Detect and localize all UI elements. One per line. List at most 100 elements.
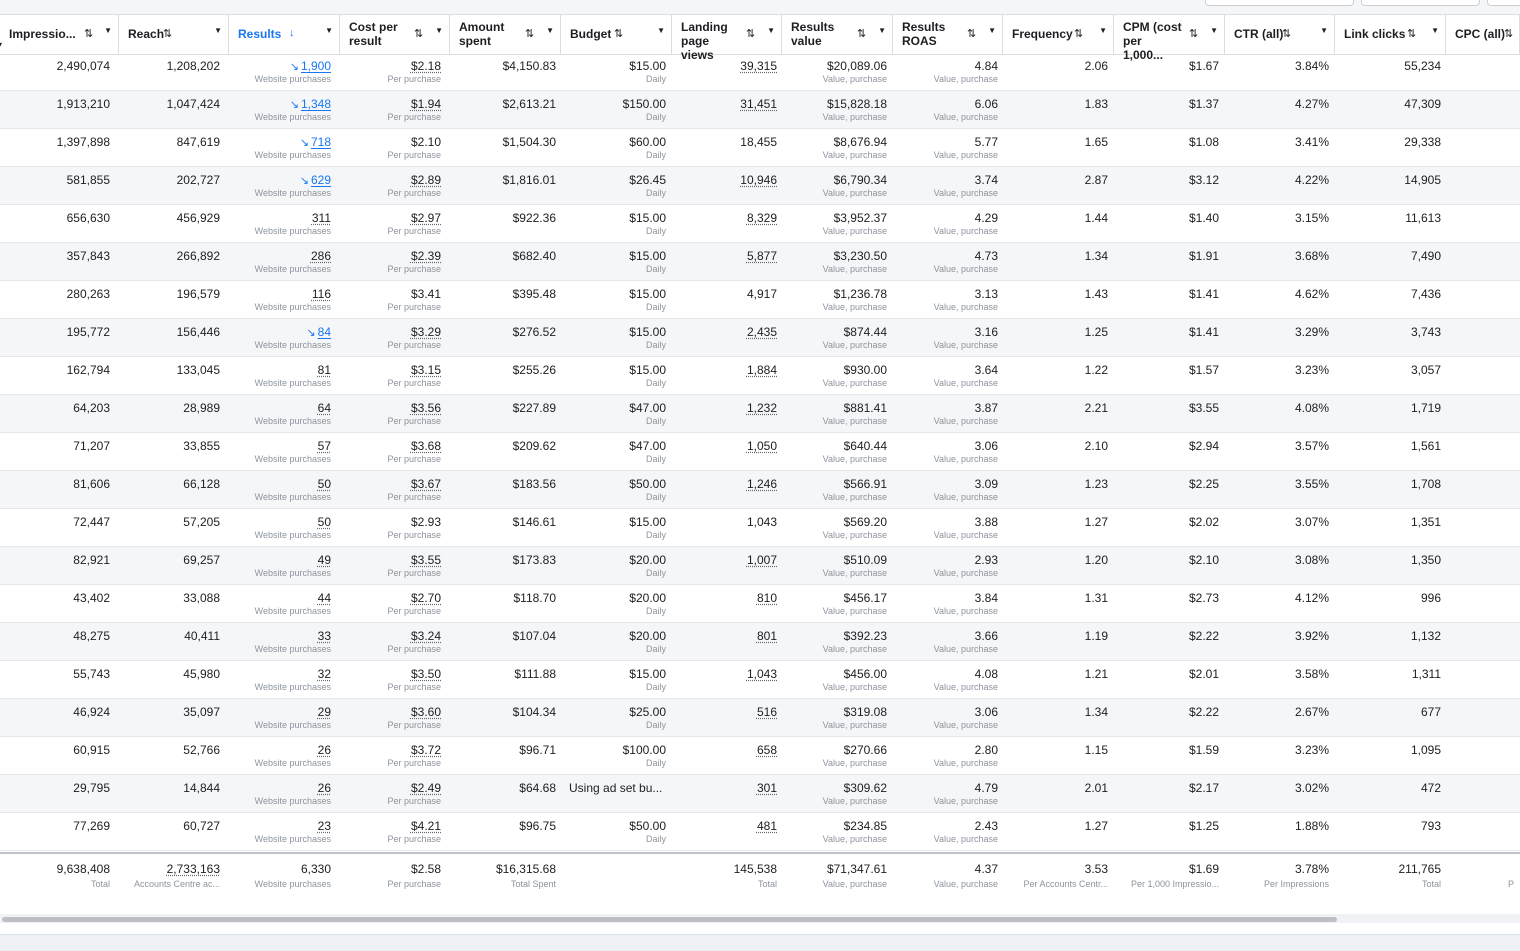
cell-text[interactable]: 116 bbox=[312, 287, 331, 301]
table-row[interactable]: 46,924 35,097 Website purchases 29 Per purch… bbox=[0, 699, 1520, 737]
cell-value[interactable]: 33 bbox=[318, 629, 331, 643]
column-header-spent[interactable]: Amount spent ⇅ ▼ bbox=[450, 15, 561, 54]
cell-value[interactable]: 81 bbox=[318, 363, 331, 377]
column-header-imp[interactable]: Impressio... ⇅ ▼ bbox=[0, 15, 119, 54]
cell-value[interactable]: 10,946 bbox=[740, 173, 777, 187]
cell-value[interactable]: 26 bbox=[318, 781, 331, 795]
cell-text[interactable]: 718 bbox=[311, 135, 331, 149]
cell-value[interactable]: 658 bbox=[757, 743, 777, 757]
cell-value[interactable]: 1,246 bbox=[747, 477, 777, 491]
chevron-down-icon[interactable]: ▼ bbox=[1210, 26, 1218, 35]
cell-value[interactable]: 1,007 bbox=[747, 553, 777, 567]
toolbar-button-2[interactable] bbox=[1361, 0, 1480, 6]
chevron-down-icon[interactable]: ▼ bbox=[1320, 26, 1328, 35]
sort-icon[interactable]: ⇅ bbox=[1407, 27, 1416, 40]
cell-value[interactable]: 1,050 bbox=[747, 439, 777, 453]
scrollbar-thumb[interactable] bbox=[2, 917, 1337, 922]
cell-text[interactable]: 26 bbox=[318, 781, 331, 795]
chevron-down-icon[interactable]: ▼ bbox=[435, 26, 443, 35]
cell-text[interactable]: 32 bbox=[318, 667, 331, 681]
cell-text[interactable]: 81 bbox=[318, 363, 331, 377]
cell-value[interactable]: ↘ 629 bbox=[300, 173, 331, 188]
cell-text[interactable]: 1,900 bbox=[301, 59, 331, 73]
cell-value[interactable]: 31,451 bbox=[740, 97, 777, 111]
sort-icon[interactable]: ⇅ bbox=[525, 27, 534, 40]
table-row[interactable]: 581,855 202,727 Website purchases ↘ 629 Per p… bbox=[0, 167, 1520, 205]
cell-value[interactable]: 1,043 bbox=[747, 515, 777, 529]
chevron-down-icon[interactable]: ▼ bbox=[1099, 26, 1107, 35]
cell-text[interactable]: 84 bbox=[318, 325, 331, 339]
cell-value[interactable]: ↘ 84 bbox=[306, 325, 331, 340]
cell-value[interactable]: 301 bbox=[757, 781, 777, 795]
table-row[interactable]: 656,630 456,929 Website purchases 311 Per pu… bbox=[0, 205, 1520, 243]
cell-text[interactable]: 57 bbox=[318, 439, 331, 453]
cell-text[interactable]: 629 bbox=[311, 173, 331, 187]
column-header-roas[interactable]: Results ROAS ⇅ ▼ bbox=[893, 15, 1003, 54]
cell-value[interactable]: 39,315 bbox=[740, 59, 777, 73]
cell-value[interactable]: 44 bbox=[318, 591, 331, 605]
cell-value[interactable]: 18,455 bbox=[740, 135, 777, 149]
cell-value[interactable]: 26 bbox=[318, 743, 331, 757]
cell-value[interactable]: 50 bbox=[318, 477, 331, 491]
table-row[interactable]: 162,794 133,045 Website purchases 81 Per pur… bbox=[0, 357, 1520, 395]
column-header-cpr[interactable]: Cost per result ⇅ ▼ bbox=[340, 15, 450, 54]
table-row[interactable]: 64,203 28,989 Website purchases 64 Per purch… bbox=[0, 395, 1520, 433]
cell-text[interactable]: 29 bbox=[318, 705, 331, 719]
table-row[interactable]: 48,275 40,411 Website purchases 33 Per purch… bbox=[0, 623, 1520, 661]
cell-text[interactable]: 50 bbox=[318, 477, 331, 491]
table-row[interactable]: 72,447 57,205 Website purchases 50 Per purch… bbox=[0, 509, 1520, 547]
chevron-down-icon[interactable]: ▼ bbox=[657, 26, 665, 35]
table-row[interactable]: 2,490,074 1,208,202 Website purchases ↘ 1,90… bbox=[0, 53, 1520, 91]
cell-text[interactable]: 1,348 bbox=[301, 97, 331, 111]
cell-value[interactable]: 49 bbox=[318, 553, 331, 567]
table-row[interactable]: 357,843 266,892 Website purchases 286 Per pu… bbox=[0, 243, 1520, 281]
cell-text[interactable]: 311 bbox=[312, 211, 331, 225]
cell-value[interactable]: 50 bbox=[318, 515, 331, 529]
table-row[interactable]: 60,915 52,766 Website purchases 26 Per purch… bbox=[0, 737, 1520, 775]
sort-icon[interactable]: ⇅ bbox=[967, 27, 976, 40]
cell-value[interactable]: 311 bbox=[312, 211, 331, 225]
column-header-results[interactable]: Results ↓ ▼ bbox=[229, 15, 340, 54]
cell-text[interactable]: 64 bbox=[318, 401, 331, 415]
sort-icon[interactable]: ⇅ bbox=[163, 27, 172, 40]
table-row[interactable]: 29,795 14,844 Website purchases 26 Per purch… bbox=[0, 775, 1520, 813]
cell-value[interactable]: 23 bbox=[318, 819, 331, 833]
column-header-ctr[interactable]: CTR (all) ⇅ ▼ bbox=[1225, 15, 1335, 54]
column-header-lpv[interactable]: Landing page views ⇅ ▼ bbox=[672, 15, 782, 62]
chevron-down-icon[interactable]: ▼ bbox=[104, 26, 112, 35]
sort-icon[interactable]: ↓ bbox=[289, 27, 295, 39]
cell-text[interactable]: 33 bbox=[318, 629, 331, 643]
cell-value[interactable]: ↘ 1,348 bbox=[290, 97, 331, 112]
cell-text[interactable]: 44 bbox=[318, 591, 331, 605]
cell-text[interactable]: 50 bbox=[318, 515, 331, 529]
sort-icon[interactable]: ⇅ bbox=[614, 27, 623, 40]
cell-value[interactable]: 1,232 bbox=[747, 401, 777, 415]
column-header-freq[interactable]: Frequency ⇅ ▼ bbox=[1003, 15, 1114, 54]
cell-value[interactable]: 8,329 bbox=[747, 211, 777, 225]
sort-icon[interactable]: ⇅ bbox=[1282, 27, 1291, 40]
cell-value[interactable]: 1,043 bbox=[747, 667, 777, 681]
cell-text[interactable]: 49 bbox=[318, 553, 331, 567]
sort-icon[interactable]: ⇅ bbox=[414, 27, 423, 40]
cell-value[interactable]: 286 bbox=[311, 249, 331, 263]
cell-value[interactable]: 57 bbox=[318, 439, 331, 453]
cell-text[interactable]: 286 bbox=[311, 249, 331, 263]
chevron-down-icon[interactable]: ▾ bbox=[0, 40, 2, 49]
column-header-value[interactable]: Results value ⇅ ▼ bbox=[782, 15, 893, 54]
cell-value[interactable]: 481 bbox=[757, 819, 777, 833]
sort-icon[interactable]: ⇅ bbox=[1189, 27, 1198, 40]
cell-value[interactable]: 810 bbox=[757, 591, 777, 605]
column-header-cpm[interactable]: CPM (cost per 1,000... ⇅ ▼ bbox=[1114, 15, 1225, 62]
cell-text[interactable]: 23 bbox=[318, 819, 331, 833]
cell-value[interactable]: 516 bbox=[757, 705, 777, 719]
table-row[interactable]: 77,269 60,727 Website purchases 23 Per purch… bbox=[0, 813, 1520, 851]
chevron-down-icon[interactable]: ▼ bbox=[767, 26, 775, 35]
sort-icon[interactable]: ⇅ bbox=[746, 27, 755, 40]
table-row[interactable]: 195,772 156,446 Website purchases ↘ 84 Per pu… bbox=[0, 319, 1520, 357]
cell-value[interactable]: 116 bbox=[312, 287, 331, 301]
column-header-budget[interactable]: Budget ⇅ ▼ bbox=[561, 15, 672, 54]
cell-text[interactable]: 26 bbox=[318, 743, 331, 757]
cell-value[interactable]: 32 bbox=[318, 667, 331, 681]
table-row[interactable]: 55,743 45,980 Website purchases 32 Per purch… bbox=[0, 661, 1520, 699]
cell-value[interactable]: 5,877 bbox=[747, 249, 777, 263]
